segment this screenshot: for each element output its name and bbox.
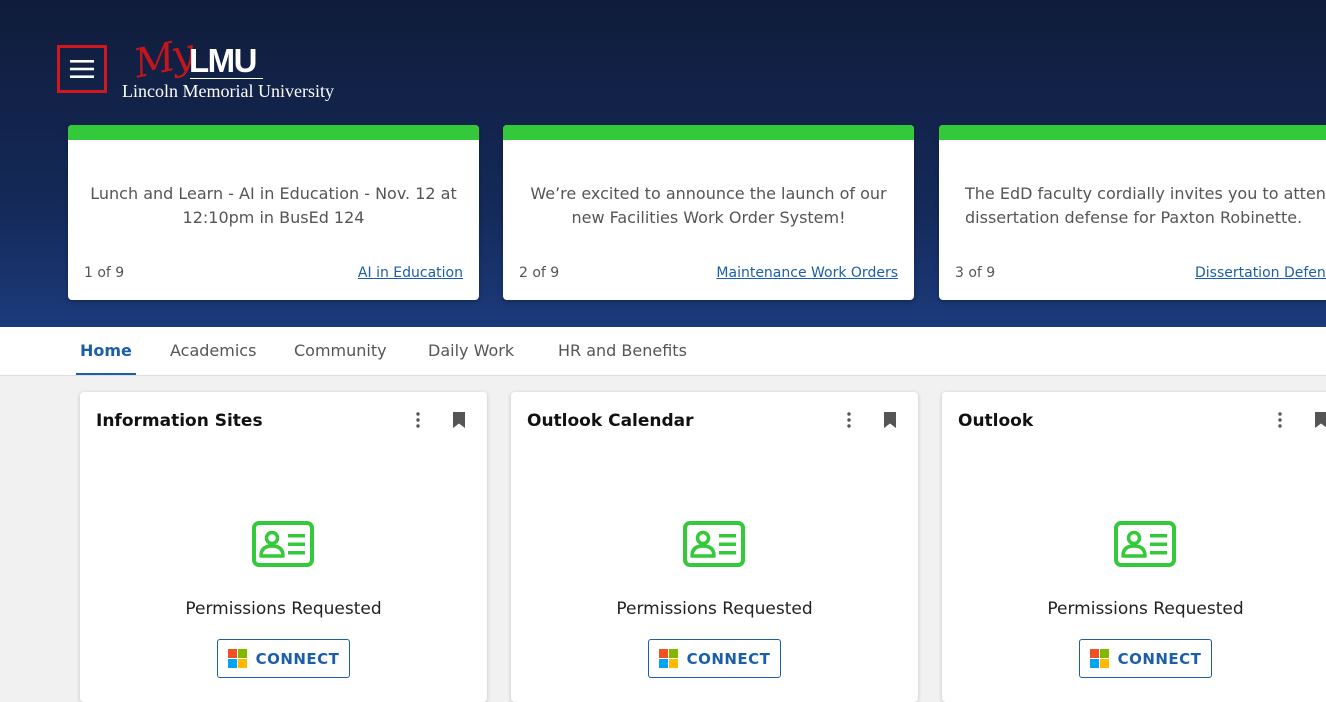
microsoft-logo-icon: [1089, 649, 1109, 668]
bookmark-icon[interactable]: [1314, 411, 1326, 429]
announcement-card-2: We’re excited to announce the launch of …: [503, 125, 914, 300]
connect-label: CONNECT: [1117, 649, 1202, 668]
hero-banner: My LMU Lincoln Memorial University Lunch…: [0, 0, 1326, 327]
announcement-counter: 2 of 9: [519, 265, 560, 281]
menu-button[interactable]: [57, 45, 107, 93]
announcement-counter: 1 of 9: [84, 265, 125, 281]
widget-title: Outlook: [958, 411, 1034, 431]
widget-title: Outlook Calendar: [527, 411, 694, 431]
tab-academics[interactable]: Academics: [170, 327, 256, 375]
card-accent-bar: [503, 125, 914, 140]
more-vertical-icon[interactable]: [412, 411, 424, 429]
microsoft-logo-icon: [658, 649, 678, 668]
connect-button[interactable]: CONNECT: [217, 639, 350, 678]
widget-outlook: Outlook Permissions Requested CONNECT: [942, 392, 1326, 702]
card-accent-bar: [939, 125, 1326, 140]
permissions-status: Permissions Requested: [616, 599, 813, 619]
announcement-text: The EdD faculty cordially invites you to…: [965, 184, 1326, 227]
tab-bar: Home Academics Community Daily Work HR a…: [0, 327, 1326, 376]
id-card-icon: [1114, 521, 1176, 567]
widget-title: Information Sites: [96, 411, 263, 431]
card-accent-bar: [68, 125, 479, 140]
announcement-link[interactable]: Dissertation Defens: [1195, 265, 1326, 281]
logo-underline: [190, 78, 263, 79]
id-card-icon: [252, 521, 314, 567]
logo-my: My: [129, 30, 196, 88]
permissions-status: Permissions Requested: [185, 599, 382, 619]
announcement-card-3: The EdD faculty cordially invites you to…: [939, 125, 1326, 300]
connect-label: CONNECT: [255, 649, 340, 668]
permissions-status: Permissions Requested: [1047, 599, 1244, 619]
widget-outlook-calendar: Outlook Calendar Permissions Requested C…: [511, 392, 918, 702]
mylmu-logo[interactable]: My LMU Lincoln Memorial University: [120, 31, 340, 104]
announcement-card-1: Lunch and Learn - AI in Education - Nov.…: [68, 125, 479, 300]
logo-university: Lincoln Memorial University: [122, 81, 334, 101]
connect-button[interactable]: CONNECT: [648, 639, 781, 678]
microsoft-logo-icon: [227, 649, 247, 668]
tab-daily-work[interactable]: Daily Work: [428, 327, 514, 375]
widget-information-sites: Information Sites Permissions Requested …: [80, 392, 487, 702]
logo-brand: LMU: [189, 42, 257, 79]
announcement-link[interactable]: Maintenance Work Orders: [716, 265, 898, 281]
connect-button[interactable]: CONNECT: [1079, 639, 1212, 678]
announcement-counter: 3 of 9: [955, 265, 996, 281]
announcement-text: Lunch and Learn - AI in Education - Nov.…: [90, 184, 457, 227]
id-card-icon: [683, 521, 745, 567]
announcement-link[interactable]: AI in Education: [358, 265, 463, 281]
bookmark-icon[interactable]: [883, 411, 897, 429]
hamburger-menu-icon: [70, 60, 94, 78]
bookmark-icon[interactable]: [452, 411, 466, 429]
connect-label: CONNECT: [686, 649, 771, 668]
more-vertical-icon[interactable]: [843, 411, 855, 429]
tab-hr-and-benefits[interactable]: HR and Benefits: [558, 327, 687, 375]
tab-community[interactable]: Community: [294, 327, 387, 375]
announcement-text: We’re excited to announce the launch of …: [530, 184, 887, 227]
tab-home[interactable]: Home: [76, 327, 136, 375]
more-vertical-icon[interactable]: [1274, 411, 1286, 429]
